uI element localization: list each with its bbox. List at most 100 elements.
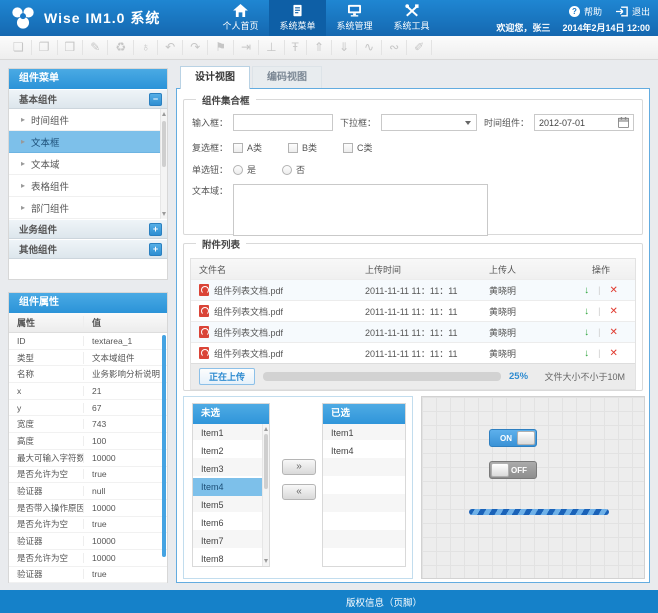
menu-item[interactable]: ▸ 文本框	[9, 131, 161, 153]
component-menu-panel: 组件菜单 基本组件 − ▸ 时间组件 ▸ 文本框 ▸ 文本域	[8, 68, 168, 280]
download-doc-icon[interactable]: ⇓	[332, 40, 357, 55]
pencil-icon[interactable]: ✐	[407, 40, 432, 55]
nav-item-system-menu[interactable]: 系统菜单	[269, 0, 326, 36]
attachment-time: 2011-11-11 11：11：11	[359, 347, 483, 360]
radio-option[interactable]: 是	[233, 163, 256, 176]
attachment-file-cell: 组件列表文档.pdf	[191, 326, 359, 339]
list-item[interactable]: Item5	[193, 496, 269, 514]
checkbox-icon[interactable]	[343, 143, 353, 153]
list-item[interactable]: Item1	[323, 424, 405, 442]
help-link[interactable]: ? 帮助	[569, 5, 602, 18]
property-name: 类型	[9, 352, 83, 364]
download-icon[interactable]: ↓	[584, 285, 589, 296]
text-input[interactable]	[233, 114, 333, 131]
undo-icon[interactable]: ↶	[158, 40, 183, 55]
view-tab[interactable]: 编码视图	[252, 66, 322, 88]
dropdown-select[interactable]	[381, 114, 477, 131]
list-item[interactable]: Item2	[193, 442, 269, 460]
attachment-actions: ↓ | ✕	[567, 327, 635, 338]
list-scrollbar[interactable]	[262, 424, 269, 566]
nav-item-system-admin[interactable]: 系统管理	[326, 0, 383, 36]
redo-icon[interactable]: ↷	[183, 40, 208, 55]
monitor-icon	[347, 4, 362, 17]
list-item[interactable]: Item6	[193, 514, 269, 532]
curve-line-icon[interactable]: ∾	[382, 40, 407, 55]
save-icon[interactable]: ❒	[58, 40, 84, 55]
attachment-row: 组件列表文档.pdf 2011-11-11 11：11：11 黄晓明 ↓ | ✕	[191, 279, 635, 300]
delete-icon[interactable]: ✕	[609, 327, 617, 338]
menu-item[interactable]: ▸ 表格组件	[9, 175, 161, 197]
expand-icon[interactable]: +	[149, 243, 162, 256]
wave-line-icon[interactable]: ∿	[357, 40, 382, 55]
menu-item[interactable]: ▸ 部门组件	[9, 197, 161, 219]
delete-icon[interactable]: ♻	[108, 40, 134, 55]
scroll-up-icon[interactable]	[264, 427, 268, 431]
checkbox-option[interactable]: A类	[233, 141, 262, 154]
view-tab[interactable]: 设计视图	[180, 66, 250, 89]
checkbox-option[interactable]: C类	[343, 141, 373, 154]
scroll-down-icon[interactable]	[162, 212, 166, 216]
textarea-input[interactable]	[233, 184, 488, 236]
menu-scrollbar[interactable]	[160, 109, 167, 219]
scroll-down-icon[interactable]	[264, 559, 268, 563]
move-right-button[interactable]: »	[282, 459, 316, 475]
delete-icon[interactable]: ✕	[609, 306, 617, 317]
move-left-button[interactable]: «	[282, 484, 316, 500]
attachment-file-cell: 组件列表文档.pdf	[191, 284, 359, 297]
upload-doc-icon[interactable]: ⇑	[307, 40, 332, 55]
checkbox-icon[interactable]	[288, 143, 298, 153]
scroll-thumb[interactable]	[264, 434, 268, 489]
new-file-icon[interactable]: ❏	[6, 40, 32, 55]
indent-icon[interactable]: ⇥	[234, 40, 259, 55]
radio-option[interactable]: 否	[282, 163, 305, 176]
list-item[interactable]: Item8	[193, 550, 269, 568]
checkbox-icon[interactable]	[233, 143, 243, 153]
toggle-on[interactable]: ON	[489, 429, 537, 447]
attachment-file-cell: 组件列表文档.pdf	[191, 347, 359, 360]
list-item[interactable]: Item1	[193, 424, 269, 442]
uploading-button[interactable]: 正在上传	[199, 368, 255, 385]
fieldset-legend: 组件集合框	[196, 93, 256, 107]
delete-icon[interactable]: ✕	[609, 348, 617, 359]
flag-icon[interactable]: ⚑	[208, 40, 234, 55]
delete-icon[interactable]: ✕	[609, 285, 617, 296]
toggle-knob[interactable]	[491, 463, 509, 477]
date-input[interactable]: 2012-07-01	[534, 114, 634, 131]
accordion-basic-components[interactable]: 基本组件 −	[9, 89, 167, 109]
logout-link[interactable]: 退出	[616, 5, 650, 18]
nav-item-system-tools[interactable]: 系统工具	[383, 0, 440, 36]
chevron-down-icon[interactable]	[465, 121, 471, 125]
expand-icon[interactable]: +	[149, 223, 162, 236]
property-value: true	[83, 469, 167, 479]
toggle-knob[interactable]	[517, 431, 535, 445]
text-format-icon[interactable]: Ŧ	[285, 40, 307, 55]
list-item[interactable]: Item4	[323, 442, 405, 460]
calendar-icon[interactable]	[618, 117, 629, 128]
collapse-icon[interactable]: −	[149, 93, 162, 106]
attachment-table: 文件名 上传时间 上传人 操作 组件列表文档.pdf 2011-11-11 11…	[190, 258, 636, 390]
download-icon[interactable]: ↓	[584, 327, 589, 338]
list-item[interactable]: Item3	[193, 460, 269, 478]
align-bottom-icon[interactable]: ⊥	[259, 40, 284, 55]
list-item[interactable]: Item4	[193, 478, 269, 496]
list-item[interactable]: Item7	[193, 532, 269, 550]
radio-icon[interactable]	[233, 165, 243, 175]
download-icon[interactable]: ↓	[584, 348, 589, 359]
accordion-business-components[interactable]: 业务组件 +	[9, 219, 167, 239]
scroll-up-icon[interactable]	[162, 112, 166, 116]
open-folder-icon[interactable]: ❐	[32, 40, 58, 55]
nav-item-home[interactable]: 个人首页	[212, 0, 269, 36]
radio-icon[interactable]	[282, 165, 292, 175]
publish-icon[interactable]: ♁	[134, 40, 158, 55]
item-arrow-icon: ▸	[21, 203, 25, 212]
download-icon[interactable]: ↓	[584, 306, 589, 317]
property-row: 是否带入操作原因 10000	[9, 500, 167, 517]
edit-icon[interactable]: ✎	[83, 40, 108, 55]
toggle-off[interactable]: OFF	[489, 461, 537, 479]
menu-item[interactable]: ▸ 时间组件	[9, 109, 161, 131]
accordion-other-components[interactable]: 其他组件 +	[9, 239, 167, 259]
menu-item[interactable]: ▸ 文本域	[9, 153, 161, 175]
properties-scrollbar[interactable]	[162, 335, 166, 557]
scroll-thumb[interactable]	[162, 121, 166, 167]
checkbox-option[interactable]: B类	[288, 141, 317, 154]
